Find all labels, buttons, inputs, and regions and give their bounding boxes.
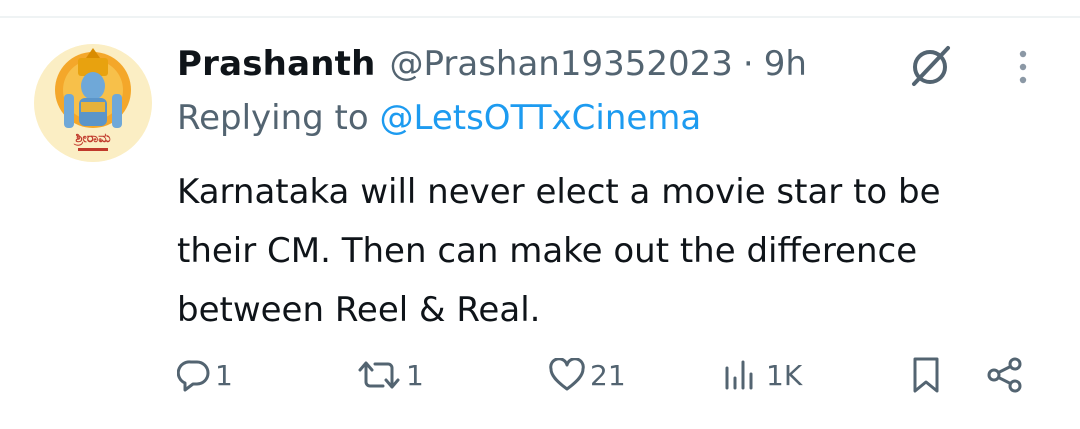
views-button[interactable]: 1K [722, 350, 802, 400]
heart-icon [548, 358, 586, 392]
top-divider [0, 16, 1080, 18]
grok-icon[interactable] [902, 42, 958, 90]
display-name[interactable]: Prashanth [177, 44, 375, 84]
avatar[interactable]: ಶ್ರೀರಾಮ [34, 44, 152, 162]
tweet-text-line: Karnataka will never elect a movie star … [177, 172, 941, 212]
tweet-text-line: their CM. Then can make out the differen… [177, 231, 918, 271]
tweet-header: Prashanth @Prashan19352023 · 9h [177, 40, 807, 88]
views-bar-chart-icon [722, 358, 762, 392]
share-button[interactable] [985, 350, 1025, 400]
reply-icon [177, 358, 211, 392]
like-button[interactable]: 21 [548, 350, 626, 400]
repost-count: 1 [406, 358, 424, 392]
repost-button[interactable]: 1 [356, 350, 424, 400]
repost-icon [356, 358, 402, 392]
more-vertical-icon[interactable] [1008, 48, 1038, 88]
share-icon [985, 356, 1025, 394]
tweet-text: Karnataka will never elect a movie star … [177, 163, 1057, 340]
reply-target-link[interactable]: @LetsOTTxCinema [380, 98, 702, 138]
bookmark-icon [909, 356, 943, 394]
user-handle[interactable]: @Prashan19352023 [389, 44, 732, 84]
like-count: 21 [590, 358, 626, 392]
reply-count: 1 [215, 358, 233, 392]
reply-button[interactable]: 1 [177, 350, 233, 400]
replying-to-label: Replying to [177, 98, 369, 138]
tweet-text-line: between Reel & Real. [177, 290, 541, 330]
replying-to-line: Replying to @LetsOTTxCinema [177, 98, 701, 138]
svg-text:ಶ್ರೀರಾಮ: ಶ್ರೀರಾಮ [73, 131, 111, 147]
bookmark-button[interactable] [909, 350, 943, 400]
views-count: 1K [766, 358, 803, 392]
avatar-deity-image: ಶ್ರೀರಾಮ [34, 44, 152, 162]
tweet-actions-bar: 1 1 21 1K [0, 350, 1080, 400]
timestamp[interactable]: 9h [764, 44, 807, 84]
separator-dot: · [742, 44, 754, 84]
